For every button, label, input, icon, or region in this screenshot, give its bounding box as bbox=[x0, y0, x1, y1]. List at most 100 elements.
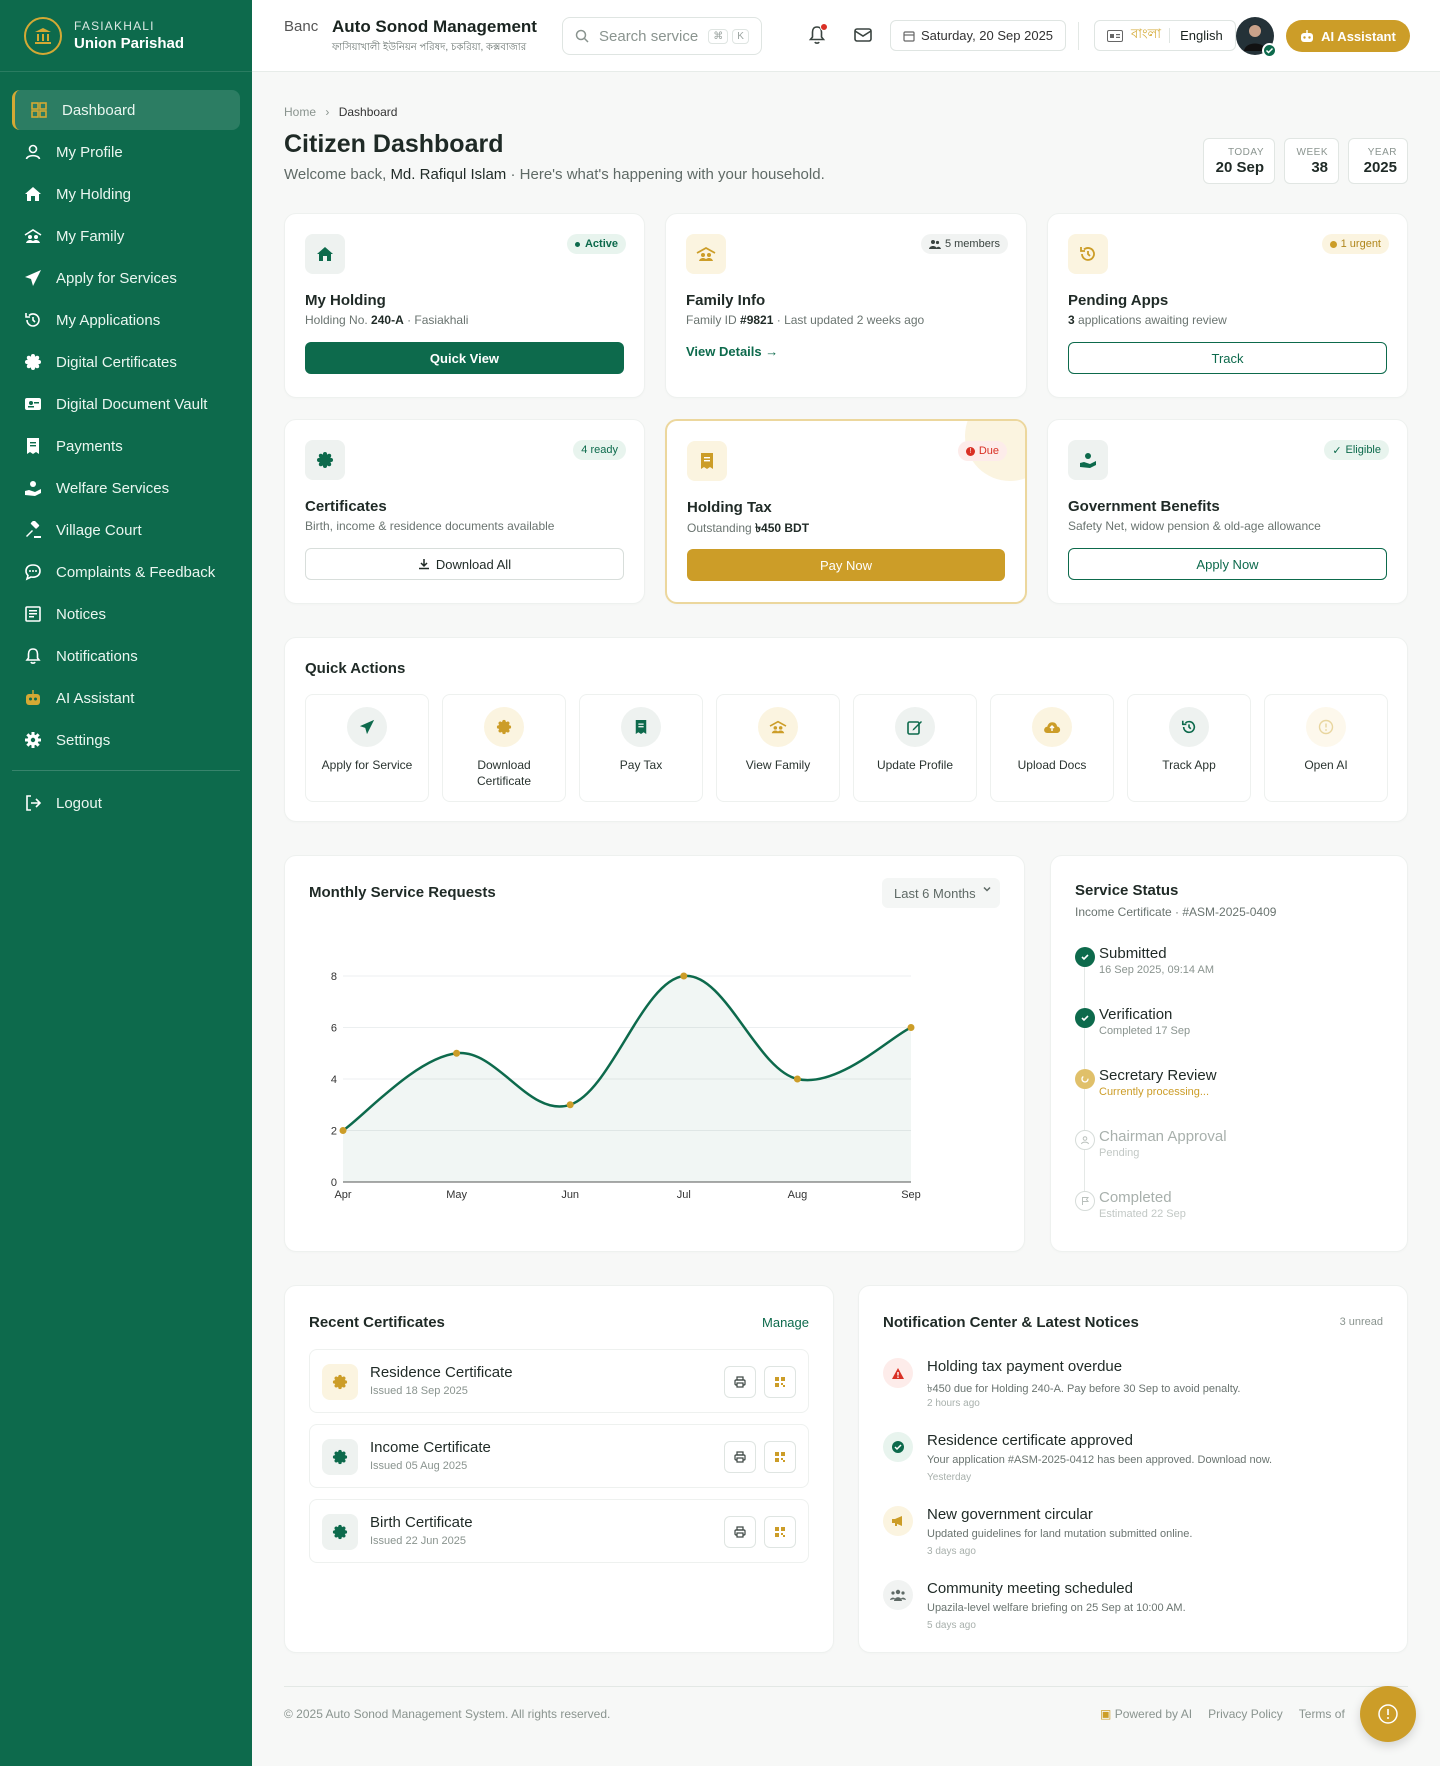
sidebar-item-label: Notices bbox=[56, 605, 107, 623]
step-title: Secretary Review bbox=[1099, 1067, 1217, 1084]
print-button[interactable] bbox=[724, 1441, 756, 1473]
sidebar-item-dashboard[interactable]: Dashboard bbox=[12, 90, 240, 130]
brand-subtitle: FASIAKHALI bbox=[74, 19, 155, 33]
language-switcher[interactable]: বাংলা English bbox=[1094, 20, 1236, 51]
sidebar-item-digital-document-vault[interactable]: Digital Document Vault bbox=[12, 384, 240, 424]
powered-by-ai: ▣ Powered by AI bbox=[1100, 1707, 1192, 1721]
sidebar-item-logout[interactable]: Logout bbox=[12, 783, 240, 823]
copyright-text: © 2025 Auto Sonod Management System. All… bbox=[284, 1707, 611, 1721]
users-icon bbox=[928, 240, 941, 249]
recent-certificates-card: Recent Certificates Manage Residence Cer… bbox=[284, 1285, 834, 1653]
sidebar-item-label: Dashboard bbox=[62, 101, 136, 119]
quick-action-download-certificate[interactable]: Download Certificate bbox=[442, 694, 566, 802]
ai-spark-icon bbox=[1378, 1704, 1398, 1724]
manage-link[interactable]: Manage bbox=[762, 1315, 809, 1330]
check-circle-icon bbox=[883, 1432, 913, 1462]
quick-action-open-ai[interactable]: Open AI bbox=[1264, 694, 1388, 802]
sidebar-item-my-family[interactable]: My Family bbox=[12, 216, 240, 256]
qr-code-button[interactable] bbox=[764, 1441, 796, 1473]
qr-code-button[interactable] bbox=[764, 1516, 796, 1548]
pay-now-button[interactable]: Pay Now bbox=[687, 549, 1005, 581]
sidebar-item-complaints-feedback[interactable]: Complaints & Feedback bbox=[12, 552, 240, 592]
sidebar-item-notices[interactable]: Notices bbox=[12, 594, 240, 634]
sidebar-item-my-applications[interactable]: My Applications bbox=[12, 300, 240, 340]
stat-week: WEEK 38 bbox=[1284, 138, 1339, 184]
status-subtitle: Income Certificate · #ASM-2025-0409 bbox=[1075, 905, 1277, 919]
breadcrumb-separator: › bbox=[325, 105, 330, 119]
qr-code-button[interactable] bbox=[764, 1366, 796, 1398]
quick-action-pay-tax[interactable]: Pay Tax bbox=[579, 694, 703, 802]
timeline-connector bbox=[1084, 1147, 1085, 1191]
search-input[interactable]: Search service ⌘ K bbox=[562, 17, 762, 55]
apply-now-button[interactable]: Apply Now bbox=[1068, 548, 1387, 580]
ai-assistant-button[interactable]: AI Assistant bbox=[1286, 20, 1410, 52]
certificate-row: Birth Certificate Issued 22 Jun 2025 bbox=[309, 1499, 809, 1563]
data-point bbox=[680, 972, 688, 980]
view-details-link[interactable]: View Details → bbox=[686, 344, 778, 359]
sidebar-item-settings[interactable]: Settings bbox=[12, 720, 240, 760]
quick-action-update-profile[interactable]: Update Profile bbox=[853, 694, 977, 802]
floating-ai-button[interactable] bbox=[1360, 1686, 1416, 1742]
quick-action-label: Update Profile bbox=[876, 758, 954, 772]
notification-desc: Your application #ASM-2025-0412 has been… bbox=[927, 1454, 1273, 1466]
welcome-suffix: · Here's what's happening with your hous… bbox=[510, 166, 825, 183]
holding-card: Active My Holding Holding No. 240-A · Fa… bbox=[284, 213, 645, 398]
print-button[interactable] bbox=[724, 1516, 756, 1548]
quick-action-label: Apply for Service bbox=[321, 758, 413, 772]
quick-view-button[interactable]: Quick View bbox=[305, 342, 624, 374]
sidebar-item-welfare-services[interactable]: Welfare Services bbox=[12, 468, 240, 508]
card-subtitle: Safety Net, widow pension & old-age allo… bbox=[1068, 519, 1321, 533]
quick-action-view-family[interactable]: View Family bbox=[716, 694, 840, 802]
language-icon bbox=[1107, 29, 1123, 42]
certificate-row: Residence Certificate Issued 18 Sep 2025 bbox=[309, 1349, 809, 1413]
certificate-icon bbox=[305, 440, 345, 480]
card-title: My Holding bbox=[305, 292, 386, 309]
dashboard-icon bbox=[31, 102, 47, 118]
sidebar-item-payments[interactable]: Payments bbox=[12, 426, 240, 466]
current-date: Saturday, 20 Sep 2025 bbox=[921, 28, 1054, 43]
badge-label: Active bbox=[584, 238, 618, 250]
track-button[interactable]: Track bbox=[1068, 342, 1387, 374]
users-icon bbox=[883, 1580, 913, 1610]
breadcrumb-home[interactable]: Home bbox=[284, 105, 316, 119]
terms-link[interactable]: Terms of bbox=[1299, 1707, 1345, 1721]
spinner-icon bbox=[1075, 1069, 1095, 1089]
step-subtitle: 16 Sep 2025, 09:14 AM bbox=[1099, 964, 1214, 976]
verified-badge-icon bbox=[1262, 43, 1277, 58]
print-button[interactable] bbox=[724, 1366, 756, 1398]
holding-number: 240-A bbox=[371, 313, 404, 327]
step-subtitle: Estimated 22 Sep bbox=[1099, 1208, 1186, 1220]
quick-action-track-app[interactable]: Track App bbox=[1127, 694, 1251, 802]
certificate-name: Income Certificate bbox=[370, 1439, 491, 1456]
bell-icon bbox=[25, 648, 41, 664]
download-icon bbox=[418, 559, 429, 570]
cloud-upload-icon bbox=[1032, 707, 1072, 747]
hand-heart-icon bbox=[25, 481, 41, 496]
quick-action-label: Download Certificate bbox=[476, 758, 532, 788]
notification-title: Residence certificate approved bbox=[927, 1432, 1133, 1449]
sidebar-item-ai-assistant[interactable]: AI Assistant bbox=[12, 678, 240, 718]
language-english[interactable]: English bbox=[1169, 28, 1223, 43]
sidebar-item-my-holding[interactable]: My Holding bbox=[12, 174, 240, 214]
sidebar-item-village-court[interactable]: Village Court bbox=[12, 510, 240, 550]
quick-action-apply-service[interactable]: Apply for Service bbox=[305, 694, 429, 802]
sidebar-item-apply-for-services[interactable]: Apply for Services bbox=[12, 258, 240, 298]
certificate-date: Issued 05 Aug 2025 bbox=[370, 1460, 468, 1472]
app-subtitle: ফাসিয়াখালী ইউনিয়ন পরিষদ, চকরিয়া, কক্স… bbox=[332, 42, 527, 53]
download-all-button[interactable]: Download All bbox=[305, 548, 624, 580]
quick-action-upload-docs[interactable]: Upload Docs bbox=[990, 694, 1114, 802]
arrow-right-icon: → bbox=[765, 344, 779, 359]
certificates-card: 4 ready Certificates Birth, income & res… bbox=[284, 419, 645, 604]
privacy-policy-link[interactable]: Privacy Policy bbox=[1208, 1707, 1283, 1721]
stat-value: 20 Sep bbox=[1215, 159, 1264, 176]
stat-today: TODAY 20 Sep bbox=[1203, 138, 1275, 184]
sidebar-item-notifications[interactable]: Notifications bbox=[12, 636, 240, 676]
mail-icon[interactable] bbox=[852, 24, 874, 46]
home-icon bbox=[25, 187, 41, 201]
language-bangla[interactable]: বাংলা bbox=[1131, 25, 1161, 46]
sidebar-item-my-profile[interactable]: My Profile bbox=[12, 132, 240, 172]
date-display: Saturday, 20 Sep 2025 bbox=[890, 20, 1067, 51]
breadcrumb-current: Dashboard bbox=[338, 105, 398, 119]
sidebar-item-digital-certificates[interactable]: Digital Certificates bbox=[12, 342, 240, 382]
qr-code-icon bbox=[775, 1377, 785, 1387]
